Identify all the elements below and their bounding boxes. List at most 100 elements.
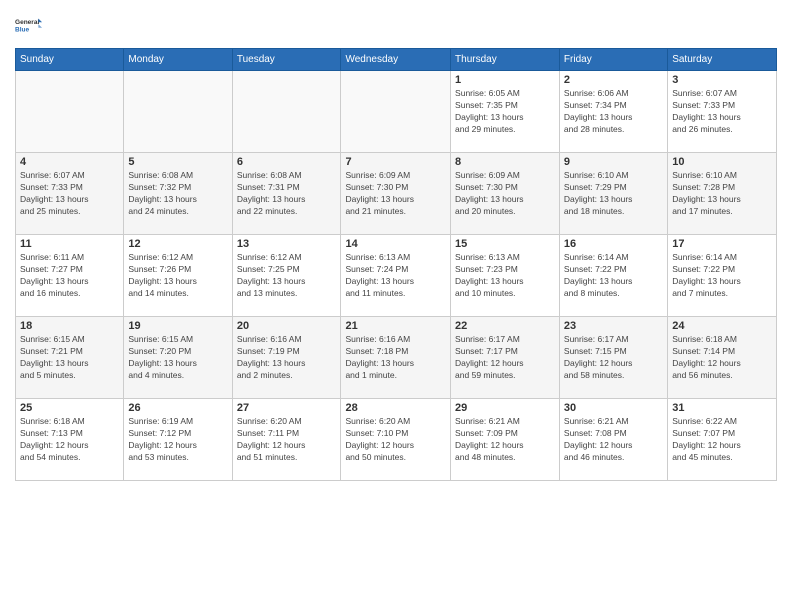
day-info: Sunrise: 6:14 AM Sunset: 7:22 PM Dayligh…	[564, 252, 663, 300]
calendar-cell: 9Sunrise: 6:10 AM Sunset: 7:29 PM Daylig…	[559, 153, 667, 235]
calendar-cell: 22 Sunrise: 6:17 AM Sunset: 7:17 PM Dayli…	[451, 317, 560, 399]
calendar-cell: 16 Sunrise: 6:14 AM Sunset: 7:22 PM Dayli…	[559, 235, 667, 317]
calendar-cell: 13 Sunrise: 6:12 AM Sunset: 7:25 PM Dayli…	[232, 235, 341, 317]
header: General Blue	[15, 10, 777, 40]
day-number: 30	[564, 402, 663, 414]
day-info: Sunrise: 6:08 AM Sunset: 7:31 PM Dayligh…	[237, 170, 337, 218]
day-info: Sunrise: 6:16 AM Sunset: 7:18 PM Dayligh…	[345, 334, 446, 382]
day-info: Sunrise: 6:06 AM Sunset: 7:34 PM Dayligh…	[564, 88, 663, 136]
day-number: 12	[128, 238, 227, 250]
calendar-cell: 3 Sunrise: 6:07 AM Sunset: 7:33 PM Daylig…	[668, 71, 777, 153]
calendar-cell: 24 Sunrise: 6:18 AM Sunset: 7:14 PM Dayli…	[668, 317, 777, 399]
day-number: 8	[455, 156, 555, 168]
day-info: Sunrise: 6:16 AM Sunset: 7:19 PM Dayligh…	[237, 334, 337, 382]
calendar-cell: 17 Sunrise: 6:14 AM Sunset: 7:22 PM Dayli…	[668, 235, 777, 317]
calendar-cell: 14Sunrise: 6:13 AM Sunset: 7:24 PM Dayli…	[341, 235, 451, 317]
day-number: 21	[345, 320, 446, 332]
day-number: 17	[672, 238, 772, 250]
day-number: 10	[672, 156, 772, 168]
day-info: Sunrise: 6:15 AM Sunset: 7:20 PM Dayligh…	[128, 334, 227, 382]
day-number: 26	[128, 402, 227, 414]
calendar-cell: 18 Sunrise: 6:15 AM Sunset: 7:21 PM Dayli…	[16, 317, 124, 399]
day-number: 22	[455, 320, 555, 332]
day-info: Sunrise: 6:09 AM Sunset: 7:30 PM Dayligh…	[345, 170, 446, 218]
svg-text:General: General	[15, 19, 39, 26]
calendar-cell: 31Sunrise: 6:22 AM Sunset: 7:07 PM Dayli…	[668, 399, 777, 481]
day-number: 25	[20, 402, 119, 414]
day-number: 11	[20, 238, 119, 250]
day-number: 16	[564, 238, 663, 250]
day-number: 24	[672, 320, 772, 332]
week-row-4: 18 Sunrise: 6:15 AM Sunset: 7:21 PM Dayli…	[16, 317, 777, 399]
calendar-cell: 6 Sunrise: 6:08 AM Sunset: 7:31 PM Daylig…	[232, 153, 341, 235]
day-number: 6	[237, 156, 337, 168]
day-info: Sunrise: 6:17 AM Sunset: 7:17 PM Dayligh…	[455, 334, 555, 382]
header-day-friday: Friday	[559, 49, 667, 71]
page: General Blue SundayMondayTuesdayWednesda…	[0, 0, 792, 612]
day-number: 29	[455, 402, 555, 414]
day-info: Sunrise: 6:10 AM Sunset: 7:28 PM Dayligh…	[672, 170, 772, 218]
day-number: 3	[672, 74, 772, 86]
header-day-saturday: Saturday	[668, 49, 777, 71]
day-number: 5	[128, 156, 227, 168]
calendar-cell: 11Sunrise: 6:11 AM Sunset: 7:27 PM Dayli…	[16, 235, 124, 317]
calendar-cell: 10 Sunrise: 6:10 AM Sunset: 7:28 PM Dayli…	[668, 153, 777, 235]
header-day-sunday: Sunday	[16, 49, 124, 71]
day-info: Sunrise: 6:07 AM Sunset: 7:33 PM Dayligh…	[672, 88, 772, 136]
day-number: 19	[128, 320, 227, 332]
calendar-cell: 8 Sunrise: 6:09 AM Sunset: 7:30 PM Daylig…	[451, 153, 560, 235]
day-info: Sunrise: 6:14 AM Sunset: 7:22 PM Dayligh…	[672, 252, 772, 300]
day-number: 2	[564, 74, 663, 86]
calendar-cell	[341, 71, 451, 153]
day-info: Sunrise: 6:08 AM Sunset: 7:32 PM Dayligh…	[128, 170, 227, 218]
calendar-cell: 4Sunrise: 6:07 AM Sunset: 7:33 PM Daylig…	[16, 153, 124, 235]
day-number: 23	[564, 320, 663, 332]
week-row-5: 25 Sunrise: 6:18 AM Sunset: 7:13 PM Dayli…	[16, 399, 777, 481]
header-day-tuesday: Tuesday	[232, 49, 341, 71]
day-info: Sunrise: 6:13 AM Sunset: 7:24 PM Dayligh…	[345, 252, 446, 300]
svg-text:Blue: Blue	[15, 27, 29, 34]
day-number: 13	[237, 238, 337, 250]
day-info: Sunrise: 6:20 AM Sunset: 7:11 PM Dayligh…	[237, 416, 337, 464]
day-number: 18	[20, 320, 119, 332]
week-row-1: 1 Sunrise: 6:05 AM Sunset: 7:35 PM Daylig…	[16, 71, 777, 153]
calendar-cell	[232, 71, 341, 153]
calendar-cell: 21 Sunrise: 6:16 AM Sunset: 7:18 PM Dayli…	[341, 317, 451, 399]
calendar-header-row: SundayMondayTuesdayWednesdayThursdayFrid…	[16, 49, 777, 71]
day-info: Sunrise: 6:22 AM Sunset: 7:07 PM Dayligh…	[672, 416, 772, 464]
day-info: Sunrise: 6:15 AM Sunset: 7:21 PM Dayligh…	[20, 334, 119, 382]
calendar-cell: 29 Sunrise: 6:21 AM Sunset: 7:09 PM Dayli…	[451, 399, 560, 481]
calendar-cell: 23 Sunrise: 6:17 AM Sunset: 7:15 PM Dayli…	[559, 317, 667, 399]
day-number: 20	[237, 320, 337, 332]
day-number: 15	[455, 238, 555, 250]
header-day-wednesday: Wednesday	[341, 49, 451, 71]
day-info: Sunrise: 6:12 AM Sunset: 7:25 PM Dayligh…	[237, 252, 337, 300]
day-info: Sunrise: 6:21 AM Sunset: 7:09 PM Dayligh…	[455, 416, 555, 464]
day-info: Sunrise: 6:18 AM Sunset: 7:14 PM Dayligh…	[672, 334, 772, 382]
day-info: Sunrise: 6:18 AM Sunset: 7:13 PM Dayligh…	[20, 416, 119, 464]
calendar-cell: 15 Sunrise: 6:13 AM Sunset: 7:23 PM Dayli…	[451, 235, 560, 317]
day-number: 1	[455, 74, 555, 86]
day-number: 4	[20, 156, 119, 168]
calendar-cell: 25 Sunrise: 6:18 AM Sunset: 7:13 PM Dayli…	[16, 399, 124, 481]
calendar-cell: 5 Sunrise: 6:08 AM Sunset: 7:32 PM Daylig…	[124, 153, 232, 235]
day-info: Sunrise: 6:10 AM Sunset: 7:29 PM Dayligh…	[564, 170, 663, 218]
calendar-cell: 12Sunrise: 6:12 AM Sunset: 7:26 PM Dayli…	[124, 235, 232, 317]
day-info: Sunrise: 6:17 AM Sunset: 7:15 PM Dayligh…	[564, 334, 663, 382]
calendar-cell	[124, 71, 232, 153]
day-number: 28	[345, 402, 446, 414]
calendar-cell	[16, 71, 124, 153]
day-info: Sunrise: 6:09 AM Sunset: 7:30 PM Dayligh…	[455, 170, 555, 218]
calendar-cell: 28Sunrise: 6:20 AM Sunset: 7:10 PM Dayli…	[341, 399, 451, 481]
week-row-2: 4Sunrise: 6:07 AM Sunset: 7:33 PM Daylig…	[16, 153, 777, 235]
day-info: Sunrise: 6:13 AM Sunset: 7:23 PM Dayligh…	[455, 252, 555, 300]
logo-svg: General Blue	[15, 10, 43, 40]
day-number: 27	[237, 402, 337, 414]
calendar-cell: 26Sunrise: 6:19 AM Sunset: 7:12 PM Dayli…	[124, 399, 232, 481]
calendar-cell: 30Sunrise: 6:21 AM Sunset: 7:08 PM Dayli…	[559, 399, 667, 481]
calendar-cell: 1 Sunrise: 6:05 AM Sunset: 7:35 PM Daylig…	[451, 71, 560, 153]
calendar-cell: 7Sunrise: 6:09 AM Sunset: 7:30 PM Daylig…	[341, 153, 451, 235]
day-info: Sunrise: 6:05 AM Sunset: 7:35 PM Dayligh…	[455, 88, 555, 136]
calendar-cell: 2 Sunrise: 6:06 AM Sunset: 7:34 PM Daylig…	[559, 71, 667, 153]
logo: General Blue	[15, 10, 43, 40]
